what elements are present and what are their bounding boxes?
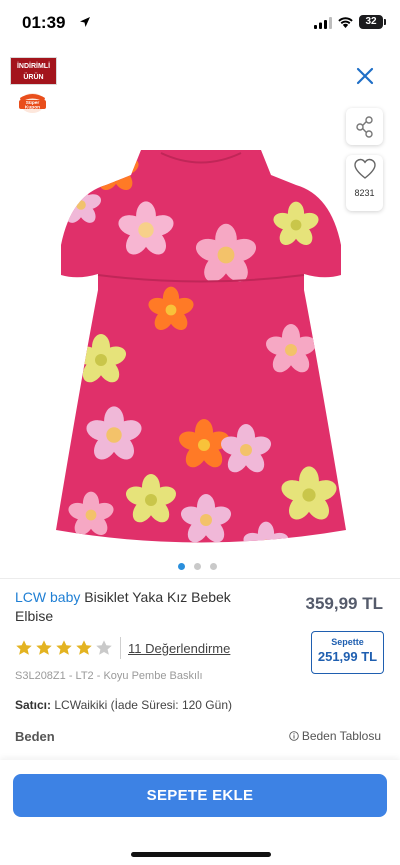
reviews-link[interactable]: 11 Değerlendirme — [128, 641, 230, 656]
product-price: 359,99 TL — [305, 594, 384, 613]
basket-price-box: Sepette 251,99 TL — [311, 631, 384, 674]
gallery-dot[interactable] — [178, 563, 185, 570]
home-indicator — [131, 852, 271, 857]
product-title: LCW baby Bisiklet Yaka Kız Bebek Elbise — [15, 588, 265, 626]
size-table-link[interactable]: Beden Tablosu — [289, 729, 381, 743]
product-image-gallery[interactable]: İNDİRİMLİ ÜRÜN Süper Kupon 8231 — [0, 46, 400, 578]
add-to-cart-button[interactable]: SEPETE EKLE — [13, 774, 387, 817]
bottom-bar: SEPETE EKLE — [0, 760, 400, 865]
status-bar: 01:39 32 — [0, 0, 400, 46]
gallery-dot[interactable] — [194, 563, 201, 570]
gallery-pagination — [178, 563, 217, 570]
close-icon[interactable] — [352, 63, 378, 89]
basket-price: 251,99 TL — [317, 649, 378, 664]
star-icon — [16, 640, 32, 655]
seller-info: Satıcı: LCWaikiki (İade Süresi: 120 Gün) — [15, 698, 232, 712]
star-icon — [36, 640, 52, 655]
product-info: LCW baby Bisiklet Yaka Kız Bebek Elbise … — [0, 578, 400, 758]
product-brand[interactable]: LCW baby — [15, 589, 80, 605]
basket-price-label: Sepette — [331, 637, 364, 647]
discount-badge: İNDİRİMLİ ÜRÜN — [10, 57, 57, 85]
share-button[interactable] — [346, 108, 383, 145]
discount-badge-line1: İNDİRİMLİ — [16, 63, 51, 70]
size-table-label: Beden Tablosu — [301, 729, 381, 743]
coupon-line2: Kupon — [25, 105, 40, 111]
star-icon — [96, 640, 112, 655]
location-arrow-icon — [80, 17, 90, 27]
star-icon — [76, 640, 92, 655]
rating-divider — [120, 637, 121, 659]
star-icon — [56, 640, 72, 655]
seller-label: Satıcı: — [15, 698, 52, 712]
size-section-title: Beden — [15, 729, 55, 744]
wifi-icon — [338, 17, 353, 28]
gallery-dot[interactable] — [210, 563, 217, 570]
battery-icon: 32 — [359, 15, 386, 29]
signal-icon — [314, 17, 332, 29]
status-time: 01:39 — [22, 13, 66, 32]
info-icon — [289, 731, 299, 741]
super-coupon-badge: Süper Kupon — [19, 93, 46, 113]
product-sku: S3L208Z1 - LT2 - Koyu Pembe Baskılı — [15, 670, 203, 682]
seller-value: LCWaikiki (İade Süresi: 120 Gün) — [54, 698, 232, 712]
discount-badge-line2: ÜRÜN — [23, 74, 44, 81]
rating-stars — [15, 639, 113, 657]
share-icon — [355, 115, 373, 138]
product-image[interactable] — [46, 150, 356, 550]
